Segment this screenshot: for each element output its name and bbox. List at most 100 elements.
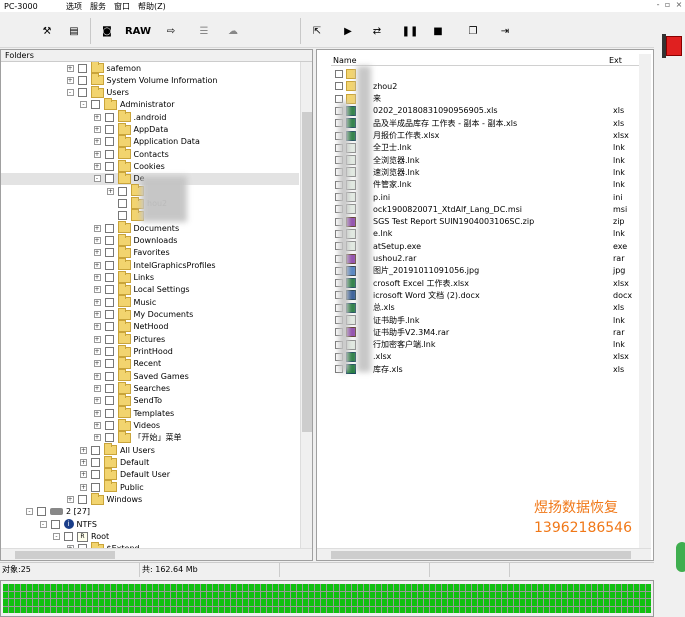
- stop-icon[interactable]: ■: [430, 20, 446, 42]
- node-checkbox[interactable]: [64, 532, 73, 542]
- file-row[interactable]: 库存.xls xls: [335, 363, 635, 375]
- node-checkbox[interactable]: [77, 495, 87, 505]
- files-horizontal-scrollbar[interactable]: [317, 548, 651, 560]
- tree-node[interactable]: + Default User: [80, 467, 170, 481]
- file-row[interactable]: zhou2: [335, 80, 635, 92]
- tree-node[interactable]: + Searches: [93, 381, 170, 395]
- expand-icon[interactable]: +: [93, 261, 101, 269]
- file-row[interactable]: ushou2.rar rar: [335, 253, 635, 265]
- file-row[interactable]: 证书助手.lnk lnk: [335, 314, 635, 326]
- expand-icon[interactable]: +: [80, 459, 87, 467]
- node-checkbox[interactable]: [104, 125, 114, 135]
- binoculars-icon[interactable]: ◙: [98, 20, 116, 42]
- node-checkbox[interactable]: [91, 100, 100, 110]
- tree-node[interactable]: + Saved Games: [93, 369, 189, 382]
- file-row[interactable]: e.lnk lnk: [335, 228, 635, 240]
- tree-vertical-scrollbar[interactable]: [300, 62, 312, 548]
- step-icon[interactable]: ⇄: [364, 20, 390, 42]
- node-checkbox[interactable]: [104, 162, 114, 172]
- cluster-icon[interactable]: ☁: [222, 20, 244, 42]
- node-checkbox[interactable]: [104, 433, 114, 443]
- file-row[interactable]: 品及半成品库存 工作表 - 副本 - 副本.xls xls: [335, 117, 635, 129]
- tree-node[interactable]: - Administrator: [80, 97, 175, 111]
- file-row[interactable]: 证书助手V2.3M4.rar rar: [335, 326, 635, 338]
- expand-icon[interactable]: -: [66, 89, 74, 97]
- node-checkbox[interactable]: [118, 199, 127, 209]
- node-checkbox[interactable]: [91, 458, 100, 468]
- node-checkbox[interactable]: [104, 347, 114, 357]
- node-checkbox[interactable]: [50, 519, 60, 529]
- export-icon[interactable]: ⇨: [162, 20, 180, 42]
- tree-node[interactable]: + Contacts: [93, 147, 169, 160]
- expand-icon[interactable]: +: [93, 434, 101, 442]
- menu-window[interactable]: 窗口: [110, 1, 134, 12]
- expand-icon[interactable]: +: [93, 348, 101, 356]
- file-row[interactable]: 总.xls xls: [335, 302, 635, 314]
- node-checkbox[interactable]: [37, 507, 46, 517]
- tree-node[interactable]: + Public: [80, 480, 144, 493]
- node-checkbox[interactable]: [104, 149, 114, 159]
- node-checkbox[interactable]: [104, 174, 114, 184]
- node-checkbox[interactable]: [77, 75, 87, 85]
- tree-icon[interactable]: ☰: [194, 20, 214, 42]
- file-row[interactable]: 全浏览器.lnk lnk: [335, 154, 635, 166]
- document-icon[interactable]: ▤: [66, 20, 82, 42]
- menu-help[interactable]: 帮助(Z): [134, 1, 170, 12]
- node-checkbox[interactable]: [104, 248, 114, 258]
- expand-icon[interactable]: +: [93, 360, 101, 368]
- node-checkbox[interactable]: [104, 322, 114, 332]
- node-checkbox[interactable]: [104, 421, 114, 431]
- expand-icon[interactable]: +: [93, 335, 101, 343]
- file-row[interactable]: 0202_20180831090956905.xls xls: [335, 105, 635, 117]
- pause-icon[interactable]: ❚❚: [402, 20, 419, 42]
- node-checkbox[interactable]: [104, 223, 114, 233]
- file-row[interactable]: [335, 68, 635, 80]
- play-icon[interactable]: ▶: [340, 20, 356, 42]
- files-vertical-scrollbar[interactable]: [639, 54, 651, 548]
- tree-node[interactable]: + Cookies: [93, 159, 165, 173]
- expand-icon[interactable]: -: [80, 101, 87, 109]
- expand-icon[interactable]: -: [39, 520, 47, 528]
- ext-column-header[interactable]: Ext: [609, 56, 622, 65]
- node-checkbox[interactable]: [104, 408, 114, 418]
- expand-icon[interactable]: +: [93, 409, 101, 417]
- file-row[interactable]: 月报价工作表.xlsx xlsx: [335, 130, 635, 142]
- file-row[interactable]: atSetup.exe exe: [335, 240, 635, 252]
- node-checkbox[interactable]: [104, 371, 114, 381]
- node-checkbox[interactable]: [104, 297, 114, 307]
- node-checkbox[interactable]: [104, 273, 114, 283]
- file-row[interactable]: 全卫士.lnk lnk: [335, 142, 635, 154]
- expand-icon[interactable]: +: [93, 113, 101, 121]
- node-checkbox[interactable]: [104, 285, 114, 295]
- tree-node[interactable]: - i NTFS: [39, 518, 97, 530]
- tree-node[interactable]: - R Root: [53, 531, 109, 543]
- tree-node[interactable]: + Music: [93, 295, 156, 308]
- tree-node[interactable]: + IntelGraphicsProfiles: [93, 258, 216, 271]
- expand-icon[interactable]: +: [80, 471, 87, 479]
- expand-icon[interactable]: -: [53, 533, 60, 541]
- name-column-header[interactable]: Name: [333, 56, 357, 65]
- menu-service[interactable]: 服务: [86, 1, 110, 12]
- file-checkbox[interactable]: [335, 70, 343, 78]
- file-row[interactable]: 来: [335, 93, 635, 105]
- node-checkbox[interactable]: [104, 137, 114, 147]
- raw-button[interactable]: RAW: [124, 20, 152, 42]
- tree-node[interactable]: + PrintHood: [93, 344, 173, 358]
- tree-horizontal-scrollbar[interactable]: [1, 548, 312, 560]
- tree-node[interactable]: + Local Settings: [93, 282, 190, 296]
- node-checkbox[interactable]: [104, 384, 114, 394]
- expand-icon[interactable]: +: [107, 187, 114, 195]
- node-checkbox[interactable]: [104, 359, 114, 369]
- expand-icon[interactable]: +: [93, 286, 101, 294]
- tree-node[interactable]: + SendTo: [93, 393, 162, 407]
- tree-node[interactable]: + AppData: [93, 122, 168, 136]
- expand-icon[interactable]: +: [93, 163, 101, 171]
- file-row[interactable]: p.ini ini: [335, 191, 635, 203]
- node-checkbox[interactable]: [104, 310, 114, 320]
- file-checkbox[interactable]: [335, 82, 343, 91]
- expand-icon[interactable]: +: [93, 323, 101, 331]
- file-row[interactable]: .xlsx xlsx: [335, 351, 635, 363]
- node-checkbox[interactable]: [77, 88, 87, 98]
- tree-node[interactable]: + All Users: [80, 443, 155, 456]
- node-checkbox[interactable]: [118, 211, 127, 221]
